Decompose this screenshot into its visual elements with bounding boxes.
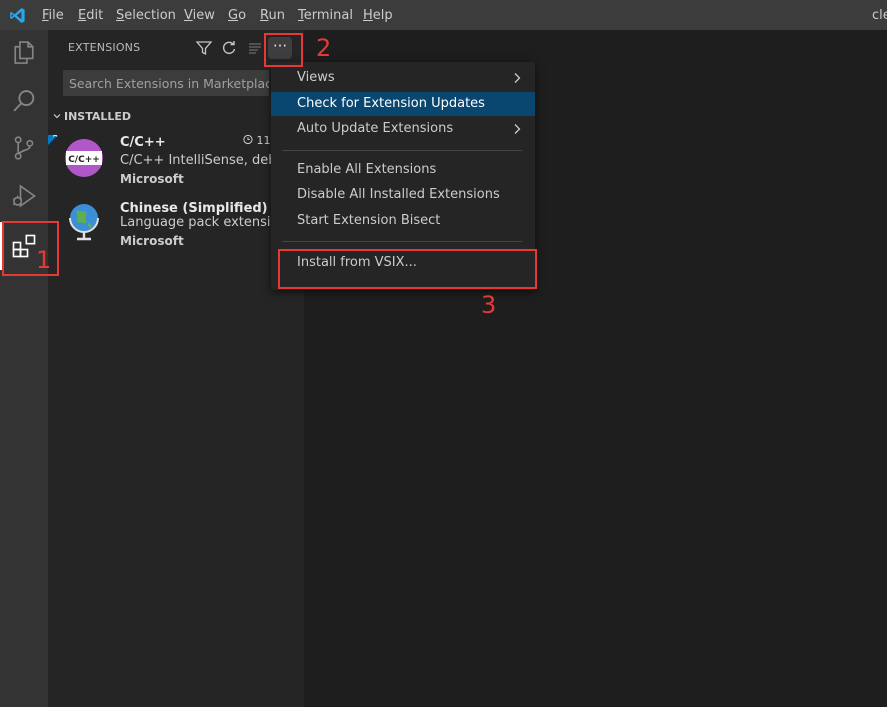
extension-meta-value: 11 (256, 135, 271, 147)
extension-item-chinese[interactable]: Chinese (Simplified) (简... Language pack… (48, 197, 304, 259)
menu-separator (282, 241, 522, 242)
extension-description: Language pack extension (120, 215, 287, 230)
chevron-right-icon (514, 73, 521, 83)
installed-section-header[interactable]: INSTALLED (52, 110, 131, 124)
history-icon (243, 135, 253, 145)
annotation-number-3: 3 (481, 291, 497, 319)
extension-name: C/C++ (120, 135, 166, 150)
extension-meta: 11 (242, 135, 271, 147)
menu-item-views[interactable]: Views (271, 66, 535, 90)
annotation-number-1: 1 (36, 246, 52, 274)
menu-item-label: Start Extension Bisect (297, 213, 441, 228)
svg-text:★: ★ (51, 135, 59, 140)
extension-publisher: Microsoft (120, 172, 184, 186)
menu-item-enable-all-extensions[interactable]: Enable All Extensions (271, 158, 535, 182)
menu-item-label: Disable All Installed Extensions (297, 187, 500, 202)
menu-view[interactable]: View (184, 0, 215, 30)
activity-bar (0, 30, 48, 707)
refresh-icon[interactable] (220, 39, 238, 57)
globe-icon (69, 204, 99, 241)
menu-item-label: Views (297, 70, 335, 85)
filter-icon[interactable] (195, 39, 213, 57)
search-box (63, 70, 269, 96)
menu-file[interactable]: File (42, 0, 64, 30)
menu-item-label: Auto Update Extensions (297, 121, 454, 136)
menu-edit[interactable]: Edit (78, 0, 103, 30)
menu-item-disable-all-installed-extensions[interactable]: Disable All Installed Extensions (271, 183, 535, 207)
annotation-number-2: 2 (316, 34, 332, 62)
extension-description: C/C++ IntelliSense, debug (120, 153, 293, 168)
chevron-right-icon (514, 124, 521, 134)
cpp-logo-text: C/C++ (68, 155, 100, 165)
explorer-icon[interactable] (10, 38, 38, 66)
menu-separator (282, 150, 522, 151)
menu-item-auto-update-extensions[interactable]: Auto Update Extensions (271, 117, 535, 141)
extension-publisher: Microsoft (120, 234, 184, 248)
vscode-logo-icon (10, 8, 25, 23)
menu-item-check-for-extension-updates[interactable]: Check for Extension Updates (271, 92, 535, 116)
menu-run[interactable]: Run (260, 0, 285, 30)
menu-item-label: Check for Extension Updates (297, 96, 485, 111)
menu-selection[interactable]: Selection (116, 0, 176, 30)
installed-label: INSTALLED (64, 110, 132, 123)
extension-item-cpp[interactable]: ★ C/C++ C/C++ 11 C/C++ IntelliSense, deb… (48, 135, 304, 197)
menu-help[interactable]: Help (363, 0, 393, 30)
run-debug-icon[interactable] (10, 182, 38, 210)
extensions-sidebar (48, 30, 304, 707)
title-bar: File Edit Selection View Go Run Terminal… (0, 0, 887, 30)
source-control-icon[interactable] (10, 134, 38, 162)
clear-results-icon[interactable] (246, 39, 264, 57)
menu-item-label: Enable All Extensions (297, 162, 437, 177)
search-icon[interactable] (10, 87, 38, 115)
menu-item-start-extension-bisect[interactable]: Start Extension Bisect (271, 209, 535, 233)
annotation-box-3 (278, 249, 537, 289)
menu-go[interactable]: Go (228, 0, 246, 30)
cpp-extension-logo: C/C++ (65, 139, 103, 177)
chevron-down-icon (53, 114, 61, 119)
menu-terminal[interactable]: Terminal (298, 0, 353, 30)
sidebar-title: EXTENSIONS (68, 41, 141, 54)
search-input[interactable] (63, 70, 269, 96)
annotation-box-2 (264, 33, 303, 67)
window-title: cle (872, 8, 887, 23)
